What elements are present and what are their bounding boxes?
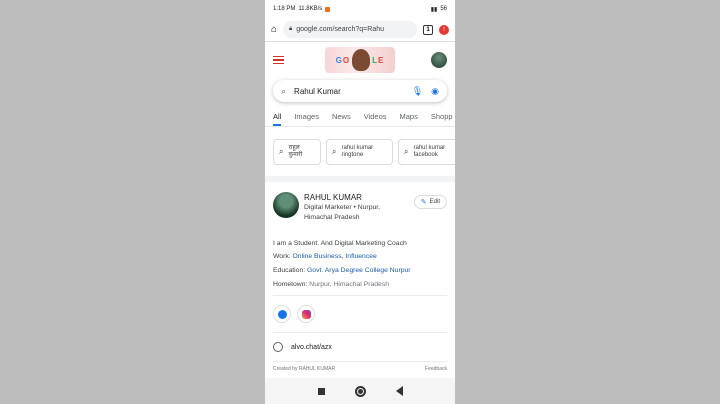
feedback-link[interactable]: Feedback	[425, 366, 447, 372]
tab-switcher-button[interactable]: 1	[423, 24, 433, 35]
signal-icon: ▮▮	[430, 6, 438, 13]
search-icon: ⌕	[279, 147, 284, 156]
url-field[interactable]: 🔒︎ google.com/search?q=Rahu	[283, 21, 417, 38]
search-box[interactable]: ⌕ Rahul Kumar 🎙︎ ◉	[273, 80, 447, 102]
home-icon[interactable]: ⌂	[271, 24, 277, 35]
phone-screen: 1:18 PM 11.8KB/s ▮▮ 56 ⌂ 🔒︎ google.com/s…	[265, 0, 455, 404]
fact-work: Work: Online Business, Influencee	[273, 253, 377, 261]
hamburger-menu-icon[interactable]	[273, 55, 284, 65]
people-card: RAHUL KUMAR Digital Marketer • Nurpur, H…	[265, 182, 455, 376]
pencil-icon: ✎	[420, 199, 427, 206]
hometown-value: Nurpur, Himachal Pradesh	[309, 281, 389, 289]
profile-header: RAHUL KUMAR Digital Marketer • Nurpur, H…	[273, 192, 447, 222]
related-search-chip[interactable]: ⌕ राहुल कुमारी	[273, 139, 321, 165]
globe-icon	[277, 309, 287, 319]
profile-name: RAHUL KUMAR	[304, 193, 362, 202]
google-doodle[interactable]: GO LE	[325, 47, 395, 73]
google-header: GO LE	[265, 42, 455, 78]
recents-icon[interactable]	[317, 387, 325, 395]
tab-maps[interactable]: Maps	[400, 112, 418, 126]
tab-shopping[interactable]: Shopp	[431, 112, 453, 126]
doodle-portrait	[352, 49, 371, 71]
fact-education: Education: Govt. Arya Degree College Nur…	[273, 267, 411, 275]
search-tabs: All Images News Videos Maps Shopp	[265, 102, 455, 126]
browser-toolbar: ⌂ 🔒︎ google.com/search?q=Rahu 1 ↑	[265, 18, 455, 42]
card-footer: Created by RAHUL KUMAR Feedback	[273, 361, 447, 376]
social-links	[273, 295, 447, 332]
profile-link-row[interactable]: alvo.chat/azx	[273, 332, 447, 361]
fact-hometown: Hometown: Nurpur, Himachal Pradesh	[273, 281, 389, 289]
profile-bio: I am a Student. And Digital Marketing Co…	[273, 240, 407, 248]
created-by: Created by RAHUL KUMAR	[273, 366, 336, 373]
tab-news[interactable]: News	[332, 112, 351, 126]
account-avatar[interactable]	[431, 52, 447, 68]
android-nav-bar	[265, 378, 455, 404]
work-link[interactable]: Online Business, Influencee	[293, 253, 377, 260]
status-speed: 11.8KB/s	[298, 6, 323, 12]
instagram-button[interactable]	[297, 305, 315, 324]
profile-description: Digital Marketer • Nurpur, Himachal Prad…	[304, 204, 381, 221]
home-nav-icon[interactable]	[354, 385, 366, 397]
search-icon: ⌕	[332, 147, 337, 156]
mic-icon[interactable]: 🎙︎	[412, 86, 423, 97]
browser-menu-icon[interactable]: ↑	[439, 24, 449, 35]
globe-icon	[273, 342, 283, 353]
url-text: google.com/search?q=Rahu	[296, 26, 385, 33]
status-bar: 1:18 PM 11.8KB/s ▮▮ 56	[265, 0, 455, 18]
website-button[interactable]	[273, 305, 291, 324]
related-search-chip[interactable]: ⌕ rahul kumar facebook	[398, 139, 455, 165]
profile-link[interactable]: alvo.chat/azx	[291, 344, 332, 351]
education-link[interactable]: Govt. Arya Degree College Nurpur	[307, 267, 411, 274]
battery-level: 56	[440, 6, 447, 12]
related-searches: ⌕ राहुल कुमारी ⌕ rahul kumar ringtone ⌕ …	[265, 127, 455, 165]
instagram-icon	[301, 309, 311, 319]
search-icon: ⌕	[404, 147, 409, 156]
search-icon: ⌕	[281, 85, 287, 96]
notification-icon	[325, 6, 331, 12]
tab-images[interactable]: Images	[294, 112, 319, 126]
tab-all[interactable]: All	[273, 112, 282, 126]
lock-icon: 🔒︎	[289, 26, 293, 32]
profile-avatar[interactable]	[273, 192, 299, 218]
lens-icon[interactable]: ◉	[431, 86, 439, 97]
search-input[interactable]: Rahul Kumar	[294, 87, 404, 96]
related-search-chip[interactable]: ⌕ rahul kumar ringtone	[326, 139, 393, 165]
tab-videos[interactable]: Videos	[364, 112, 387, 126]
back-icon[interactable]	[395, 386, 403, 396]
profile-facts: Work: Online Business, Influencee Educat…	[273, 253, 447, 288]
edit-button[interactable]: ✎ Edit	[413, 195, 447, 209]
status-time: 1:18 PM	[273, 6, 296, 12]
